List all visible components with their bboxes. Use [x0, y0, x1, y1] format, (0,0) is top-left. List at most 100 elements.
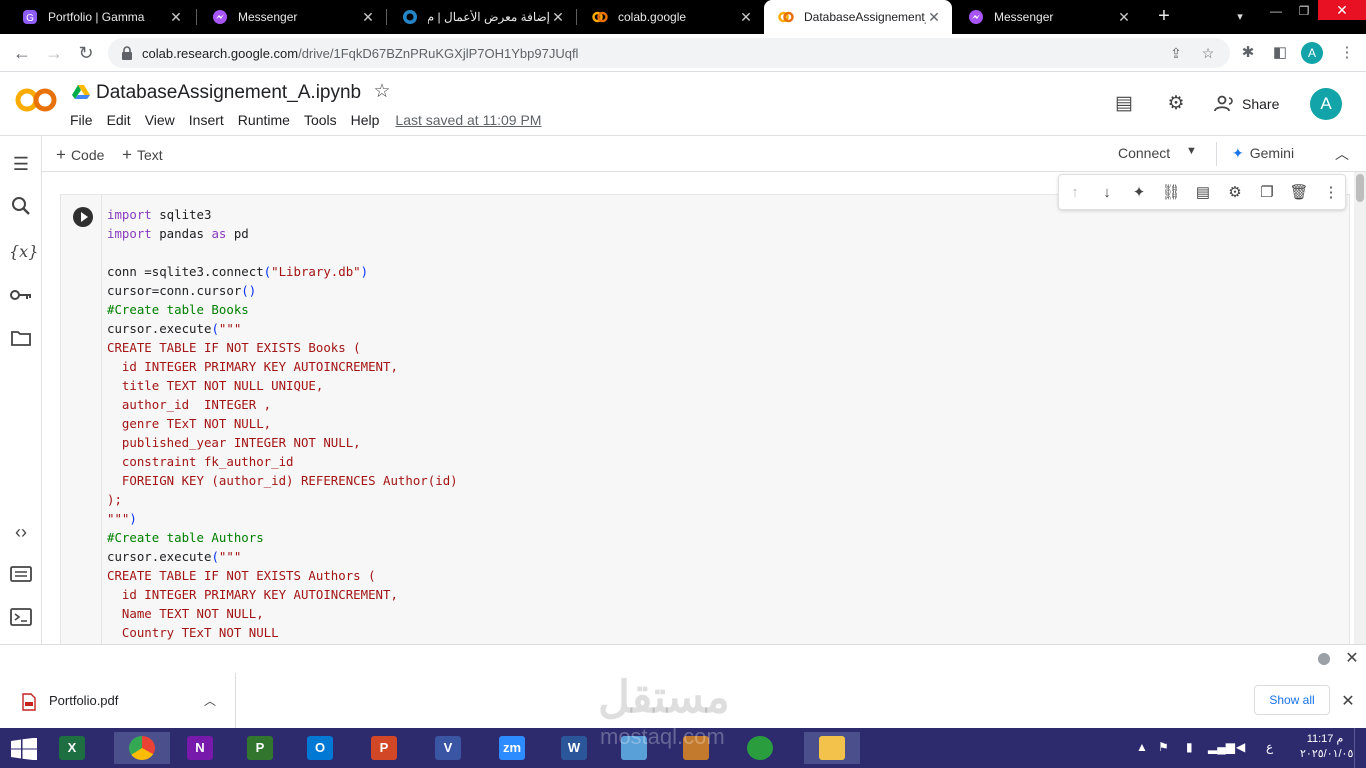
add-code-button[interactable]: + Code [56, 145, 104, 165]
search-icon[interactable] [9, 196, 33, 220]
tab-database-assignment[interactable]: DatabaseAssignement_ ✕ [764, 0, 952, 34]
wifi-signal-icon[interactable]: ▂▄▆ [1208, 740, 1235, 754]
menu-file[interactable]: File [70, 112, 93, 128]
address-bar[interactable]: colab.research.google.com/drive/1FqkD67B… [108, 38, 1230, 68]
tab-messenger-2[interactable]: Messenger ✕ [954, 0, 1142, 34]
taskbar-app-excel[interactable]: X [52, 732, 92, 764]
gemini-button[interactable]: ✦ Gemini [1232, 145, 1294, 162]
collapse-chevron-icon[interactable]: ︿ [1332, 144, 1352, 164]
taskbar-app-outlook[interactable]: O [300, 732, 340, 764]
code-token: """ [218, 321, 242, 336]
menu-insert[interactable]: Insert [189, 112, 224, 128]
taskbar-app-word[interactable]: W [554, 732, 594, 764]
speaker-icon[interactable]: ◀ [1236, 740, 1245, 754]
add-text-button[interactable]: + Text [122, 145, 163, 165]
profile-avatar[interactable]: A [1301, 42, 1323, 64]
taskbar-app-powerpoint[interactable]: P [364, 732, 404, 764]
extensions-icon[interactable]: ✱ [1237, 42, 1259, 64]
code-editor[interactable]: import sqlite3 import pandas as pd conn =… [107, 205, 458, 642]
command-palette-icon[interactable] [9, 564, 33, 588]
account-avatar[interactable]: A [1310, 88, 1342, 120]
move-cell-up-icon[interactable]: ↑ [1065, 183, 1085, 203]
download-item[interactable]: Portfolio.pdf ︿ [0, 673, 236, 729]
comments-icon[interactable]: ▤ [1112, 92, 1136, 116]
bookmark-star-icon[interactable]: ☆ [1198, 43, 1218, 63]
close-icon[interactable]: ✕ [926, 9, 942, 26]
code-cell[interactable]: import sqlite3 import pandas as pd conn =… [60, 194, 1350, 644]
close-downloads-icon[interactable]: ✕ [1338, 691, 1358, 711]
language-indicator[interactable]: ع [1266, 740, 1273, 754]
back-icon[interactable]: ← [10, 41, 34, 65]
share-button[interactable]: Share [1214, 92, 1279, 116]
close-icon[interactable]: ✕ [1342, 648, 1362, 668]
forward-icon[interactable]: → [42, 41, 66, 65]
taskbar-app-zoom[interactable]: zm [492, 732, 532, 764]
scrollbar-thumb[interactable] [1356, 174, 1364, 202]
code-token: cursor.execute [107, 549, 212, 564]
menu-runtime[interactable]: Runtime [238, 112, 290, 128]
restore-icon[interactable]: ❐ [1290, 0, 1318, 34]
security-shield-icon[interactable]: ⚑ [1158, 740, 1169, 754]
chrome-menu-icon[interactable]: ⋮ [1336, 42, 1358, 64]
taskbar-app-chrome[interactable] [114, 732, 170, 764]
menu-view[interactable]: View [145, 112, 175, 128]
tab-search-chevron-icon[interactable]: ▾ [1230, 7, 1250, 27]
cell-settings-gear-icon[interactable]: ⚙ [1225, 183, 1245, 203]
move-cell-down-icon[interactable]: ↓ [1097, 183, 1117, 203]
mirror-cell-icon[interactable]: ❐ [1257, 183, 1277, 203]
new-tab-button[interactable]: + [1152, 5, 1176, 29]
terminal-icon[interactable] [9, 608, 33, 632]
code-token: #Create table Authors [107, 530, 264, 545]
minimize-icon[interactable]: — [1262, 0, 1290, 34]
tray-chevron-icon[interactable]: ▲ [1136, 740, 1148, 754]
tab-mostaql[interactable]: إضافة معرض الأعمال | م ✕ [388, 0, 576, 34]
files-folder-icon[interactable] [9, 328, 33, 352]
side-panel-icon[interactable]: ◧ [1269, 42, 1291, 64]
secrets-key-icon[interactable] [9, 284, 33, 308]
table-of-contents-icon[interactable]: ☰ [9, 152, 33, 176]
vertical-scrollbar[interactable] [1354, 172, 1366, 644]
taskbar-app-file-explorer[interactable] [804, 732, 860, 764]
taskbar-app-project[interactable]: P [240, 732, 280, 764]
close-icon[interactable]: ✕ [738, 9, 754, 26]
run-cell-play-icon[interactable] [73, 207, 93, 227]
close-icon[interactable]: ✕ [360, 9, 376, 26]
comment-icon[interactable]: ▤ [1193, 183, 1213, 203]
menu-edit[interactable]: Edit [107, 112, 131, 128]
add-code-label: Code [70, 147, 105, 163]
close-icon[interactable]: ✕ [168, 9, 184, 26]
show-all-button[interactable]: Show all [1254, 685, 1330, 715]
taskbar-app-spinner[interactable] [740, 732, 780, 764]
tab-colab-google[interactable]: colab.google ✕ [578, 0, 764, 34]
windows-start-icon[interactable] [10, 738, 38, 760]
menu-help[interactable]: Help [351, 112, 380, 128]
star-icon[interactable]: ☆ [372, 82, 392, 102]
connect-button[interactable]: Connect [1118, 145, 1170, 161]
variables-icon[interactable]: {x} [9, 240, 38, 264]
close-icon[interactable]: ✕ [550, 9, 566, 26]
battery-icon[interactable]: ▮ [1186, 740, 1193, 754]
colab-logo-icon[interactable] [14, 86, 58, 114]
delete-trash-icon[interactable]: 🗑 [1289, 183, 1309, 203]
share-page-icon[interactable]: ⇪ [1166, 43, 1186, 63]
notebook-title[interactable]: DatabaseAssignement_A.ipynb [96, 82, 361, 104]
menu-tools[interactable]: Tools [304, 112, 337, 128]
show-desktop-button[interactable] [1354, 728, 1366, 768]
taskbar-app-onenote[interactable]: N [180, 732, 220, 764]
chevron-up-icon[interactable]: ︿ [204, 692, 216, 709]
more-options-icon[interactable]: ⋮ [1321, 183, 1341, 203]
google-drive-icon[interactable] [72, 84, 90, 100]
reload-icon[interactable]: ↻ [74, 41, 98, 65]
window-close-button[interactable]: ✕ [1318, 0, 1366, 20]
connect-dropdown-icon[interactable]: ▼ [1186, 145, 1197, 157]
clock[interactable]: 11:17 م ٢٠٢٥/٠١/٠٥ [1300, 732, 1353, 762]
taskbar-app-visio[interactable]: V [428, 732, 468, 764]
link-icon[interactable]: ⛓ [1161, 183, 1181, 203]
settings-gear-icon[interactable]: ⚙ [1164, 92, 1188, 116]
tab-portfolio-gamma[interactable]: G Portfolio | Gamma ✕ [8, 0, 194, 34]
last-saved-link[interactable]: Last saved at 11:09 PM [395, 112, 541, 128]
gemini-sparkle-icon[interactable]: ✦ [1129, 183, 1149, 203]
close-icon[interactable]: ✕ [1116, 9, 1132, 26]
tab-messenger[interactable]: Messenger ✕ [198, 0, 386, 34]
code-snippets-icon[interactable]: ‹› [9, 520, 33, 544]
